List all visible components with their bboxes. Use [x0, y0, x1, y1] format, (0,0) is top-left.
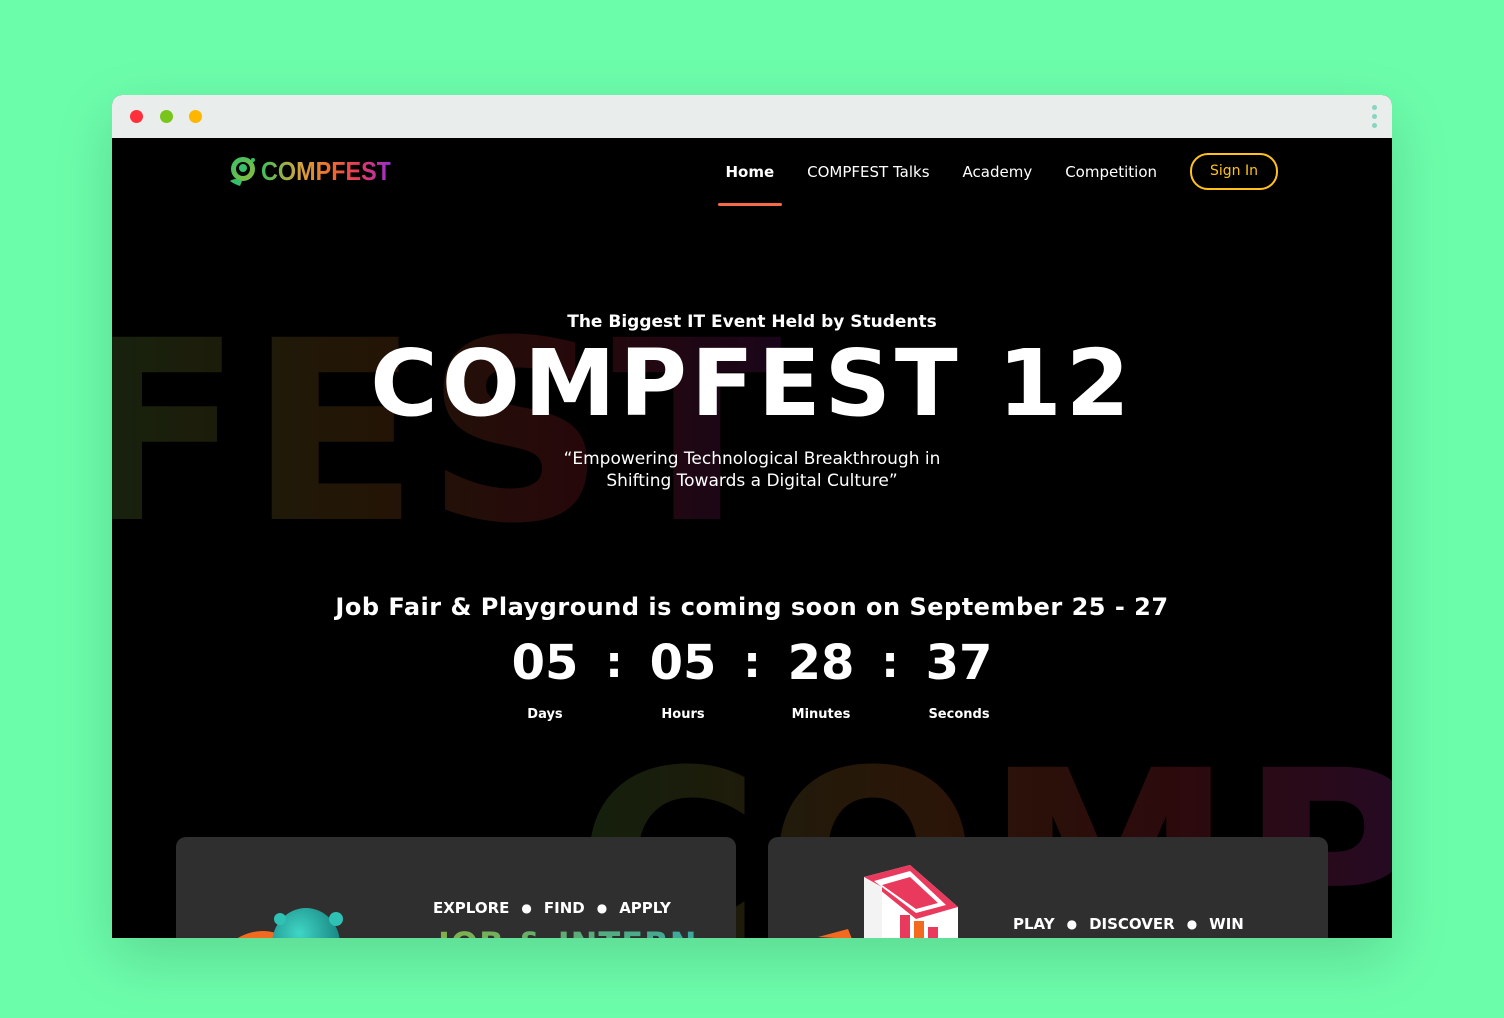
hero-subtitle: The Biggest IT Event Held by Students — [567, 312, 937, 332]
brand-logo[interactable]: COMPFEST — [226, 155, 405, 187]
countdown-label: Days — [527, 707, 563, 722]
browser-window: FEST COMP COMPFEST Home COMPFEST Talks A… — [112, 95, 1392, 938]
nav-item-competition[interactable]: Competition — [1065, 154, 1157, 190]
job-fair-illustration — [237, 908, 343, 938]
page: FEST COMP COMPFEST Home COMPFEST Talks A… — [112, 138, 1392, 938]
countdown-value: 05 — [511, 635, 579, 691]
countdown-separator: : — [605, 637, 623, 688]
countdown-heading: Job Fair & Playground is coming soon on … — [335, 593, 1169, 621]
tag: APPLY — [619, 899, 671, 917]
countdown-label: Seconds — [928, 707, 990, 722]
hero-tagline: “Empowering Technological Breakthrough i… — [112, 448, 1392, 492]
playground-tags: PLAY ● DISCOVER ● WIN — [1013, 915, 1244, 933]
main-nav: Home COMPFEST Talks Academy Competition … — [718, 153, 1278, 206]
compfest-mascot-icon — [230, 157, 255, 186]
sign-in-button[interactable]: Sign In — [1190, 153, 1278, 190]
countdown-value: 28 — [787, 635, 855, 691]
job-fair-card[interactable]: EXPLORE ● FIND ● APPLY JOB & INTERN — [176, 837, 736, 938]
countdown-label: Hours — [661, 707, 705, 722]
playground-card[interactable]: PLAY ● DISCOVER ● WIN — [768, 837, 1328, 938]
countdown-hours: 05 Hours — [641, 635, 725, 722]
minimize-window-button[interactable] — [160, 110, 173, 123]
tagline-line-2: Shifting Towards a Digital Culture” — [606, 471, 898, 491]
kebab-icon[interactable] — [1370, 105, 1378, 129]
tag: EXPLORE — [433, 899, 510, 917]
tag: DISCOVER — [1089, 915, 1175, 933]
countdown-minutes: 28 Minutes — [779, 635, 863, 722]
nav-item-label: COMPFEST Talks — [807, 162, 930, 181]
tag: WIN — [1209, 915, 1244, 933]
hero-title: COMPFEST 12 — [370, 330, 1134, 437]
nav-item-label: Home — [725, 162, 775, 181]
playground-illustration — [818, 865, 958, 938]
tag: FIND — [543, 899, 585, 917]
close-window-button[interactable] — [130, 110, 143, 123]
countdown-timer: 05 Days : 05 Hours : 28 Minutes : 37 Sec… — [112, 635, 1392, 722]
nav-item-label: Competition — [1065, 162, 1157, 181]
countdown-separator: : — [881, 637, 899, 688]
tagline-line-1: “Empowering Technological Breakthrough i… — [563, 449, 941, 469]
countdown-label: Minutes — [791, 707, 851, 722]
nav-item-home[interactable]: Home — [718, 154, 783, 206]
countdown-seconds: 37 Seconds — [917, 635, 1001, 722]
title-bar — [112, 95, 1392, 138]
job-fair-tags: EXPLORE ● FIND ● APPLY — [433, 899, 671, 917]
nav-item-label: Academy — [962, 162, 1033, 181]
job-fair-title: JOB & INTERN — [438, 925, 697, 938]
nav-item-academy[interactable]: Academy — [963, 154, 1033, 190]
zoom-window-button[interactable] — [189, 110, 202, 123]
countdown-value: 05 — [649, 635, 717, 691]
brand-name: COMPFEST — [261, 155, 392, 186]
countdown-separator: : — [743, 637, 761, 688]
nav-item-compfest-talks[interactable]: COMPFEST Talks — [807, 154, 929, 190]
tag: PLAY — [1013, 915, 1055, 933]
countdown-days: 05 Days — [503, 635, 587, 722]
countdown-value: 37 — [925, 635, 993, 691]
active-nav-indicator — [718, 202, 783, 206]
